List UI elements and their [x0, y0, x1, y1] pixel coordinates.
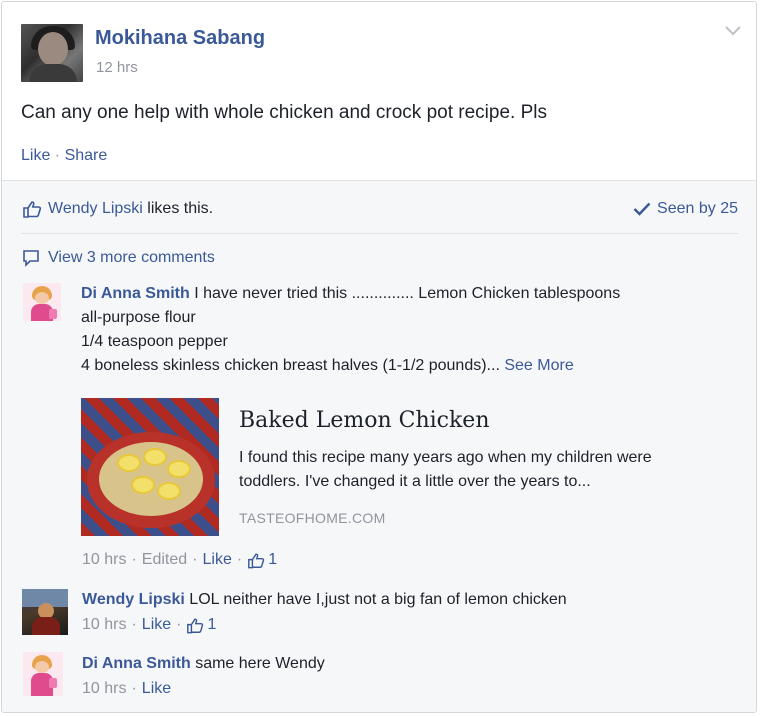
commenter-name[interactable]: Wendy Lipski [82, 591, 185, 608]
like-link[interactable]: Like [21, 147, 50, 164]
see-more-link[interactable]: See More [504, 357, 573, 374]
commenter-name[interactable]: Di Anna Smith [81, 285, 190, 302]
comment-body: Di Anna Smith same here Wendy [82, 652, 742, 676]
divider [21, 233, 738, 234]
post-body-text: Can any one help with whole chicken and … [21, 102, 547, 123]
commenter-avatar[interactable] [22, 589, 68, 635]
chevron-down-icon[interactable] [724, 24, 742, 38]
comment-line: 1/4 teaspoon pepper [81, 333, 228, 350]
comment-like-count[interactable]: 1 [268, 551, 277, 569]
comment-like-link[interactable]: Like [142, 680, 171, 698]
comment-text: LOL neither have I,just not a big fan of… [184, 591, 567, 608]
comment-bubble-icon [23, 250, 39, 267]
post-actions: Like · Share [21, 147, 107, 165]
likes-suffix: likes this. [142, 200, 214, 217]
comments-section: Wendy Lipski likes this. Seen by 25 View… [2, 180, 756, 712]
post-header-section: Mokihana Sabang 12 hrs Can any one help … [2, 2, 756, 180]
link-preview-image[interactable] [81, 398, 219, 536]
share-link[interactable]: Share [65, 147, 108, 164]
comment-like-link[interactable]: Like [142, 616, 171, 634]
liker-name[interactable]: Wendy Lipski [48, 200, 143, 217]
comment-line: I have never tried this .............. L… [189, 285, 621, 302]
author-avatar[interactable] [21, 24, 83, 82]
comment-timestamp[interactable]: 10 hrs [82, 680, 126, 698]
comment-timestamp[interactable]: 10 hrs [82, 616, 126, 634]
comment-like-count[interactable]: 1 [207, 616, 216, 634]
likes-summary: Wendy Lipski likes this. [22, 200, 213, 218]
seen-by[interactable]: Seen by 25 [633, 200, 738, 218]
comment-text: same here Wendy [190, 655, 325, 672]
separator: · [50, 147, 65, 164]
thumbs-up-icon[interactable] [186, 617, 204, 634]
checkmark-icon [633, 202, 651, 216]
commenter-avatar[interactable] [23, 652, 63, 696]
comment-line: 4 boneless skinless chicken breast halve… [81, 357, 500, 374]
thumbs-up-icon [23, 201, 42, 218]
view-more-comments[interactable]: View 3 more comments [22, 249, 215, 267]
comment-like-link[interactable]: Like [203, 551, 232, 569]
commenter-avatar[interactable] [23, 283, 61, 321]
comment-timestamp[interactable]: 10 hrs [82, 551, 126, 569]
thumbs-up-icon[interactable] [247, 552, 265, 569]
seen-by-label: Seen by 25 [657, 200, 738, 217]
comment-meta: 10 hrs · Like [82, 680, 172, 698]
post-timestamp[interactable]: 12 hrs [96, 59, 138, 76]
link-preview-domain: TASTEOFHOME.COM [239, 510, 386, 526]
comment-body: Di Anna Smith I have never tried this ..… [81, 282, 741, 378]
comment-line: all-purpose flour [81, 309, 196, 326]
edited-label[interactable]: Edited [142, 551, 187, 569]
comment-body: Wendy Lipski LOL neither have I,just not… [82, 588, 742, 612]
link-preview-title[interactable]: Baked Lemon Chicken [239, 408, 490, 433]
link-preview-description: I found this recipe many years ago when … [239, 449, 652, 490]
commenter-name[interactable]: Di Anna Smith [82, 655, 191, 672]
comment-meta: 10 hrs · Edited · Like · 1 [82, 551, 278, 569]
post-card: Mokihana Sabang 12 hrs Can any one help … [1, 1, 757, 713]
comment-meta: 10 hrs · Like · 1 [82, 616, 217, 634]
link-preview-card[interactable]: Baked Lemon Chicken I found this recipe … [81, 398, 681, 538]
post-author-name[interactable]: Mokihana Sabang [95, 27, 265, 50]
view-more-label: View 3 more comments [48, 249, 215, 266]
